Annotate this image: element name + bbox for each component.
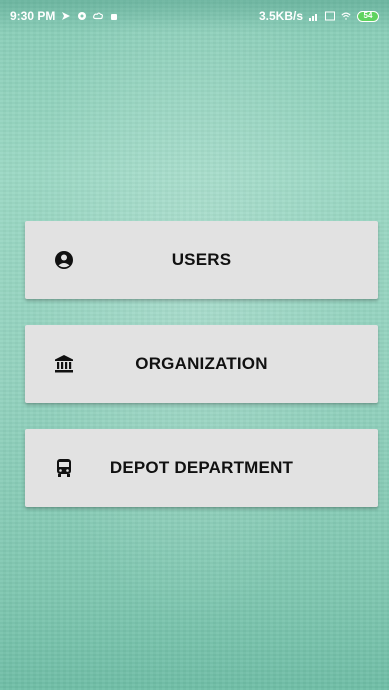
status-bar-left: 9:30 PM bbox=[10, 9, 119, 23]
navigation-arrow-icon bbox=[62, 12, 71, 20]
cloud-icon bbox=[93, 12, 104, 20]
battery-level: 54 bbox=[363, 10, 373, 20]
network-speed: 3.5KB/s bbox=[258, 9, 303, 23]
battery-icon: 54 bbox=[357, 10, 379, 22]
signal-icon bbox=[309, 14, 317, 21]
status-bar: 9:30 PM 3.5KB/s 54 bbox=[0, 0, 389, 32]
status-bar-right: 3.5KB/s 54 bbox=[259, 9, 379, 23]
users-button[interactable]: USERS bbox=[25, 221, 378, 299]
bus-icon bbox=[54, 458, 74, 478]
chat-bubble-icon bbox=[78, 12, 87, 20]
android-icon bbox=[111, 14, 118, 20]
status-time: 9:30 PM bbox=[10, 9, 56, 23]
depot-department-button-label: DEPOT DEPARTMENT bbox=[109, 458, 294, 477]
app-screen: 9:30 PM 3.5KB/s 54 USERS ORGANIZATION DE… bbox=[0, 0, 389, 690]
organization-button-label: ORGANIZATION bbox=[135, 354, 268, 373]
volte-icon bbox=[325, 11, 335, 21]
user-circle-icon bbox=[54, 250, 74, 270]
organization-button[interactable]: ORGANIZATION bbox=[25, 325, 378, 403]
depot-department-button[interactable]: DEPOT DEPARTMENT bbox=[25, 429, 378, 507]
users-button-label: USERS bbox=[171, 250, 232, 269]
wifi-icon bbox=[341, 12, 351, 20]
bank-icon bbox=[54, 354, 74, 374]
